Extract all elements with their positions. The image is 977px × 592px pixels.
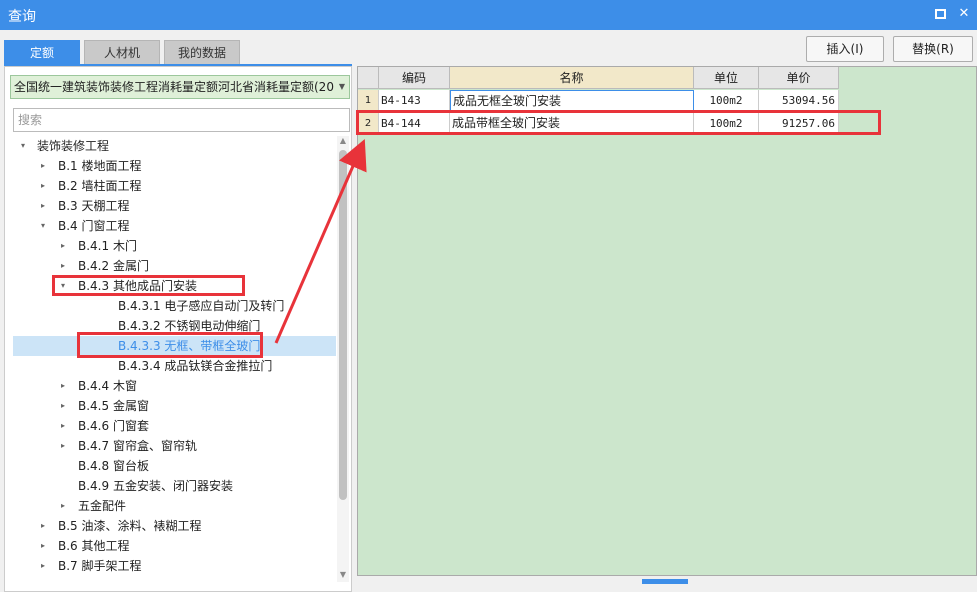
annotation-arrow [274,138,367,344]
